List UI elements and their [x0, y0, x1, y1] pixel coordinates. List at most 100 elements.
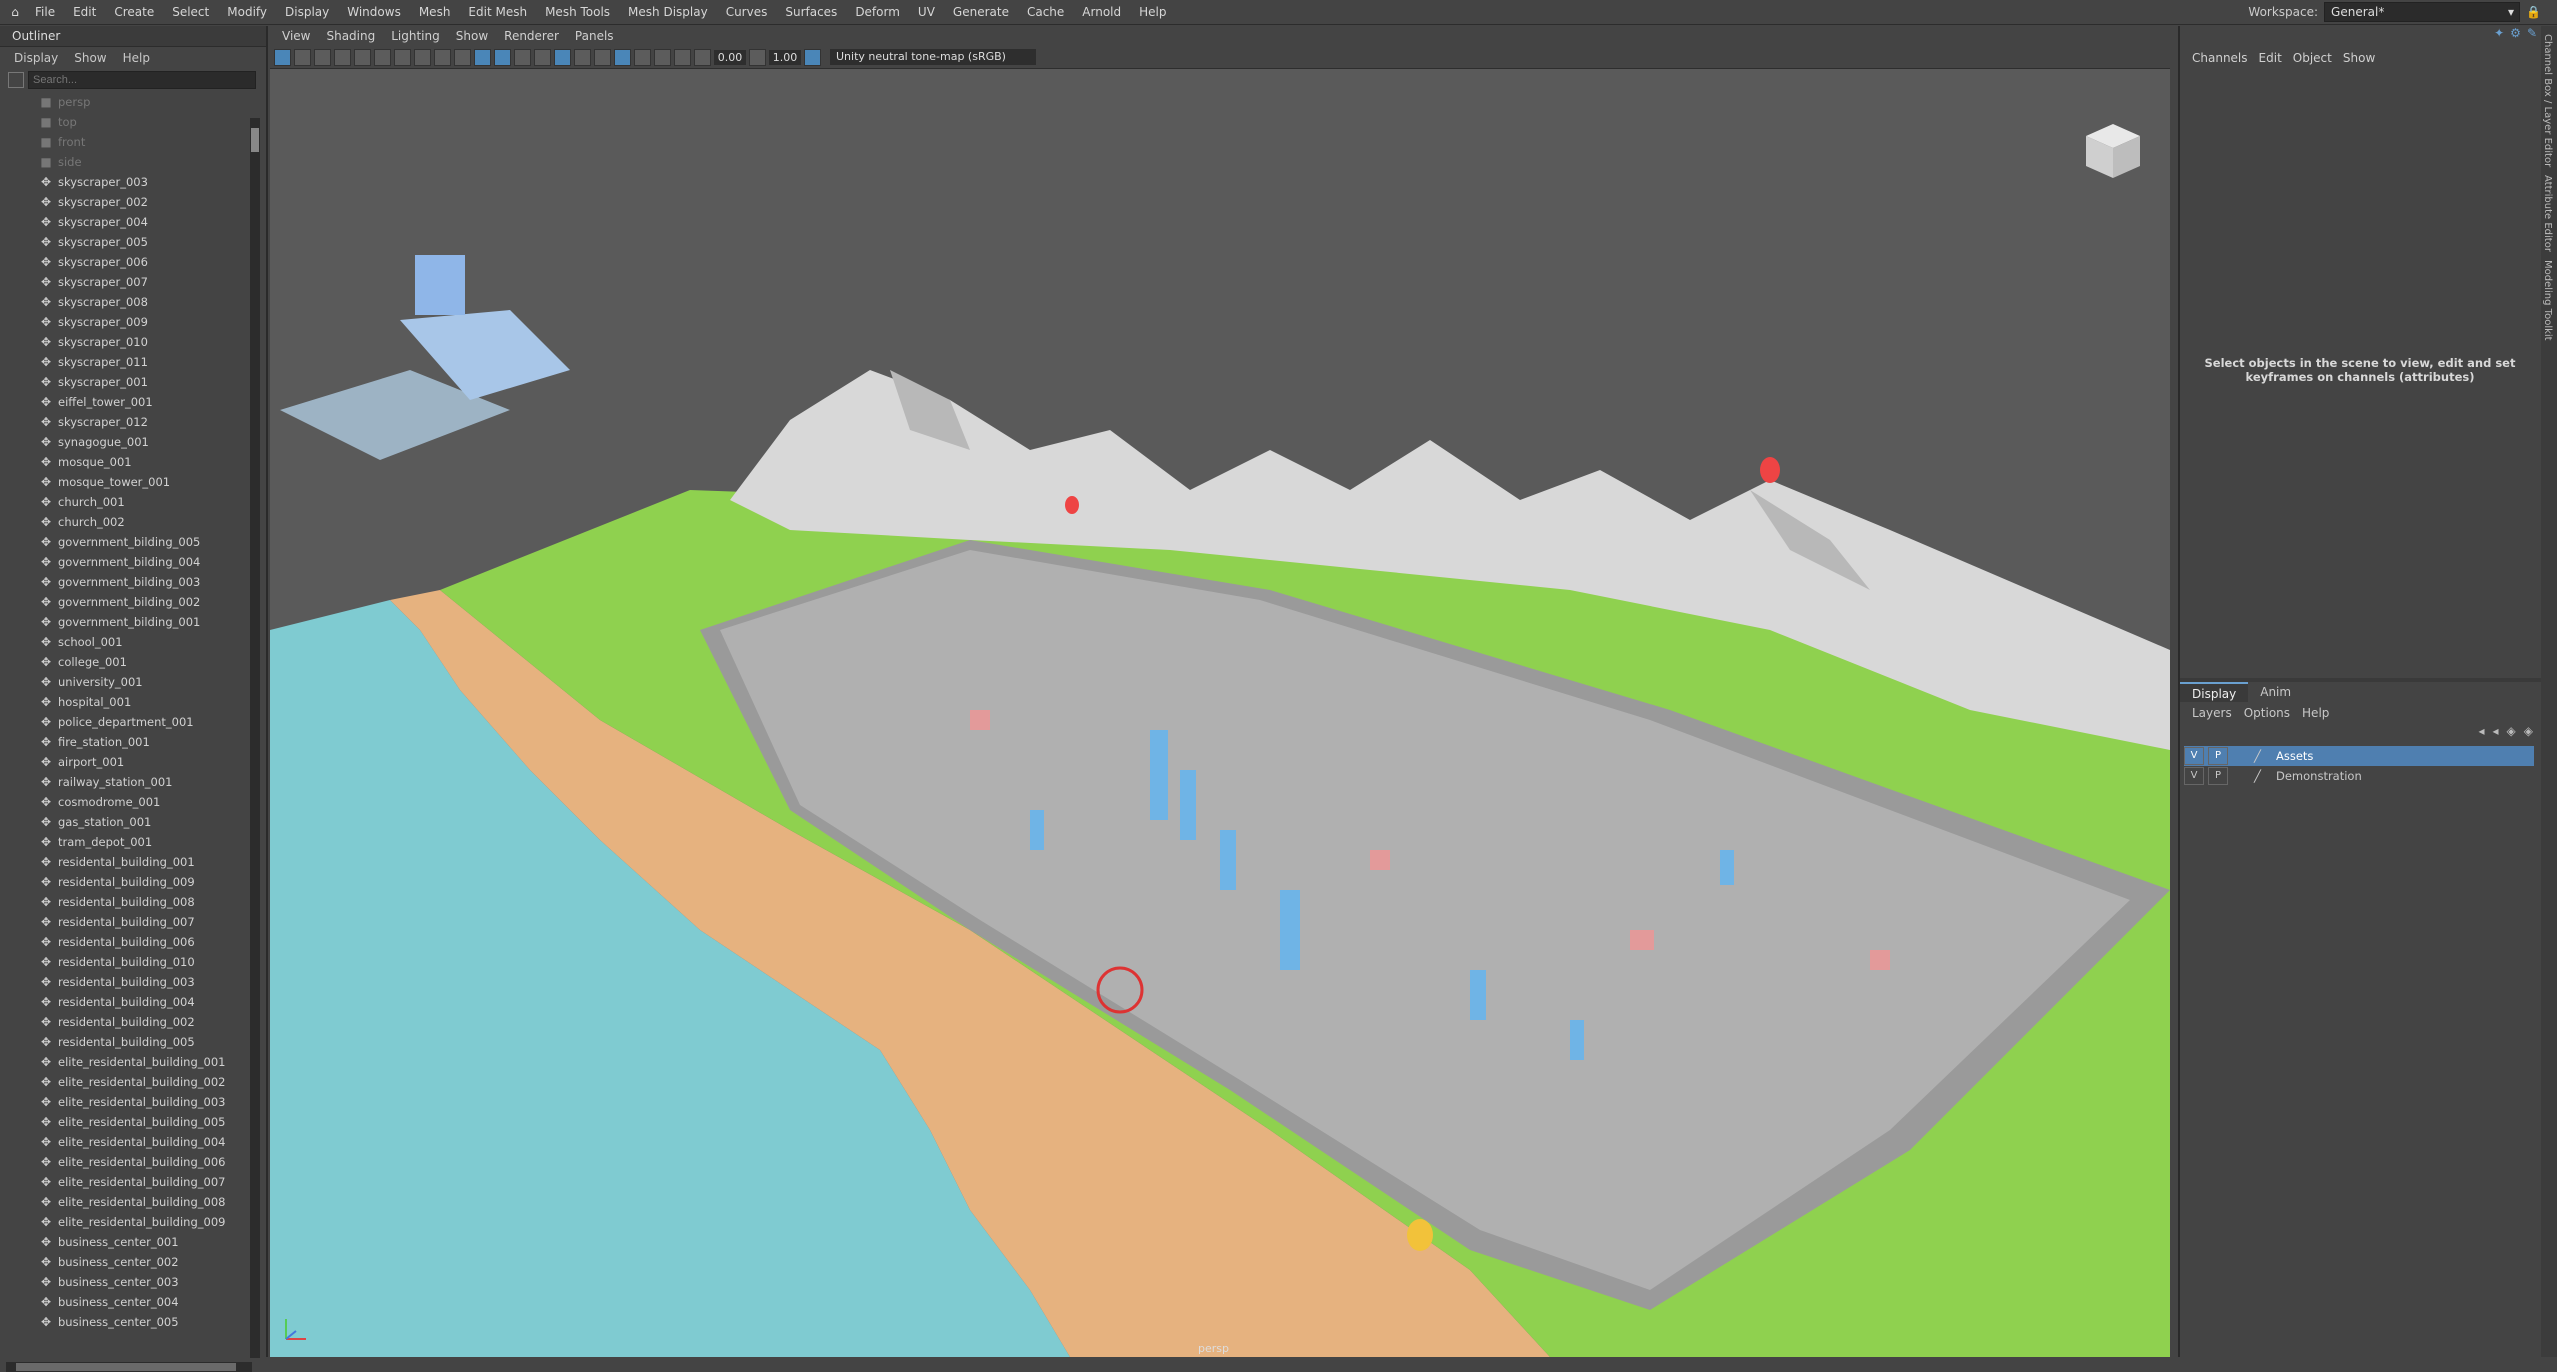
outliner-item[interactable]: ✥ business_center_003: [0, 1272, 258, 1292]
menu-file[interactable]: File: [26, 0, 64, 24]
outliner-item[interactable]: ✥ government_bilding_004: [0, 552, 258, 572]
outliner-item[interactable]: ✥ skyscraper_001: [0, 372, 258, 392]
outliner-vertical-scrollbar[interactable]: [250, 118, 260, 1358]
layer-edit-icon[interactable]: ╱: [2254, 749, 2268, 763]
anti-aliasing-icon[interactable]: [614, 48, 631, 66]
menu-cache[interactable]: Cache: [1018, 0, 1073, 24]
outliner-item[interactable]: ✥ residental_building_010: [0, 952, 258, 972]
outliner-item[interactable]: ✥ business_center_004: [0, 1292, 258, 1312]
outliner-menu-show[interactable]: Show: [66, 51, 114, 65]
xray-icon[interactable]: [654, 48, 671, 66]
viewport-menu-panels[interactable]: Panels: [567, 29, 622, 43]
viewport-menu-view[interactable]: View: [274, 29, 318, 43]
isolate-select-icon[interactable]: [634, 48, 651, 66]
outliner-item[interactable]: ✥ residental_building_002: [0, 1012, 258, 1032]
outliner-camera-item[interactable]: ■ persp: [0, 92, 258, 112]
outliner-item[interactable]: ✥ cosmodrome_001: [0, 792, 258, 812]
menu-curves[interactable]: Curves: [717, 0, 777, 24]
move-layer-up-icon[interactable]: ◂: [2478, 724, 2484, 746]
outliner-item[interactable]: ✥ residental_building_005: [0, 1032, 258, 1052]
menu-select[interactable]: Select: [163, 0, 218, 24]
channelbox-menu-show[interactable]: Show: [2343, 51, 2384, 65]
side-tab[interactable]: Attribute Editor: [2542, 175, 2553, 252]
outliner-item[interactable]: ✥ gas_station_001: [0, 812, 258, 832]
image-plane-icon[interactable]: [334, 48, 351, 66]
menu-modify[interactable]: Modify: [218, 0, 276, 24]
menu-mesh-tools[interactable]: Mesh Tools: [536, 0, 619, 24]
layer-color-swatch[interactable]: [2232, 748, 2250, 764]
outliner-item[interactable]: ✥ skyscraper_003: [0, 172, 258, 192]
camera-attributes-icon[interactable]: [294, 48, 311, 66]
outliner-item[interactable]: ✥ elite_residental_building_002: [0, 1072, 258, 1092]
outliner-item[interactable]: ✥ skyscraper_004: [0, 212, 258, 232]
menu-display[interactable]: Display: [276, 0, 338, 24]
outliner-item[interactable]: ✥ skyscraper_002: [0, 192, 258, 212]
outliner-item[interactable]: ✥ skyscraper_008: [0, 292, 258, 312]
menu-create[interactable]: Create: [105, 0, 163, 24]
playback-toggle[interactable]: P: [2208, 767, 2228, 785]
outliner-item[interactable]: ✥ fire_station_001: [0, 732, 258, 752]
outliner-item[interactable]: ✥ airport_001: [0, 752, 258, 772]
outliner-item[interactable]: ✥ skyscraper_007: [0, 272, 258, 292]
viewport-menu-shading[interactable]: Shading: [318, 29, 383, 43]
layer-color-swatch[interactable]: [2232, 768, 2250, 784]
outliner-item[interactable]: ✥ skyscraper_006: [0, 252, 258, 272]
outliner-item[interactable]: ✥ university_001: [0, 672, 258, 692]
shadows-icon[interactable]: [554, 48, 571, 66]
resolution-gate-icon[interactable]: [394, 48, 411, 66]
layer-tab-anim[interactable]: Anim: [2248, 682, 2303, 702]
outliner-item[interactable]: ✥ government_bilding_003: [0, 572, 258, 592]
search-options-icon[interactable]: [8, 72, 24, 88]
side-tab[interactable]: Modeling Toolkit: [2542, 260, 2553, 341]
safe-action-icon[interactable]: [454, 48, 471, 66]
outliner-item[interactable]: ✥ skyscraper_012: [0, 412, 258, 432]
bookmark-icon[interactable]: [314, 48, 331, 66]
outliner-item[interactable]: ✥ school_001: [0, 632, 258, 652]
outliner-item[interactable]: ✥ elite_residental_building_005: [0, 1112, 258, 1132]
tool-settings-icon[interactable]: ✎: [2527, 26, 2537, 40]
channelbox-menu-edit[interactable]: Edit: [2259, 51, 2291, 65]
outliner-item[interactable]: ✥ residental_building_007: [0, 912, 258, 932]
outliner-camera-item[interactable]: ■ top: [0, 112, 258, 132]
color-management-icon[interactable]: [804, 48, 821, 66]
layer-edit-icon[interactable]: ╱: [2254, 769, 2268, 783]
outliner-menu-display[interactable]: Display: [6, 51, 66, 65]
menu-edit-mesh[interactable]: Edit Mesh: [459, 0, 536, 24]
outliner-item[interactable]: ✥ residental_building_008: [0, 892, 258, 912]
menu-windows[interactable]: Windows: [338, 0, 410, 24]
outliner-item[interactable]: ✥ skyscraper_010: [0, 332, 258, 352]
menu-arnold[interactable]: Arnold: [1073, 0, 1130, 24]
viewport-menu-show[interactable]: Show: [448, 29, 496, 43]
menu-edit[interactable]: Edit: [64, 0, 105, 24]
menu-deform[interactable]: Deform: [846, 0, 909, 24]
outliner-item[interactable]: ✥ government_bilding_002: [0, 592, 258, 612]
side-tab[interactable]: Channel Box / Layer Editor: [2542, 34, 2553, 167]
playback-toggle[interactable]: P: [2208, 747, 2228, 765]
menu-mesh-display[interactable]: Mesh Display: [619, 0, 717, 24]
outliner-menu-help[interactable]: Help: [115, 51, 158, 65]
outliner-item[interactable]: ✥ residental_building_003: [0, 972, 258, 992]
3d-scene-view[interactable]: persp: [270, 70, 2170, 1357]
layer-tab-display[interactable]: Display: [2180, 682, 2249, 702]
outliner-item[interactable]: ✥ church_002: [0, 512, 258, 532]
new-layer-selected-icon[interactable]: ◈: [2524, 724, 2533, 746]
gate-mask-icon[interactable]: [414, 48, 431, 66]
layer-row[interactable]: V P ╱ Assets: [2184, 746, 2534, 766]
menu-mesh[interactable]: Mesh: [410, 0, 460, 24]
smooth-shade-icon[interactable]: [494, 48, 511, 66]
outliner-item[interactable]: ✥ skyscraper_005: [0, 232, 258, 252]
menu-uv[interactable]: UV: [909, 0, 944, 24]
outliner-item[interactable]: ✥ business_center_001: [0, 1232, 258, 1252]
outliner-item[interactable]: ✥ elite_residental_building_001: [0, 1052, 258, 1072]
visibility-toggle[interactable]: V: [2184, 747, 2204, 765]
film-gate-icon[interactable]: [374, 48, 391, 66]
lights-icon[interactable]: [534, 48, 551, 66]
outliner-item[interactable]: ✥ government_bilding_001: [0, 612, 258, 632]
motion-blur-icon[interactable]: [594, 48, 611, 66]
viewport-menu-lighting[interactable]: Lighting: [383, 29, 448, 43]
outliner-item[interactable]: ✥ college_001: [0, 652, 258, 672]
outliner-item[interactable]: ✥ elite_residental_building_008: [0, 1192, 258, 1212]
outliner-item[interactable]: ✥ mosque_tower_001: [0, 472, 258, 492]
outliner-item[interactable]: ✥ tram_depot_001: [0, 832, 258, 852]
channelbox-menu-channels[interactable]: Channels: [2192, 51, 2257, 65]
